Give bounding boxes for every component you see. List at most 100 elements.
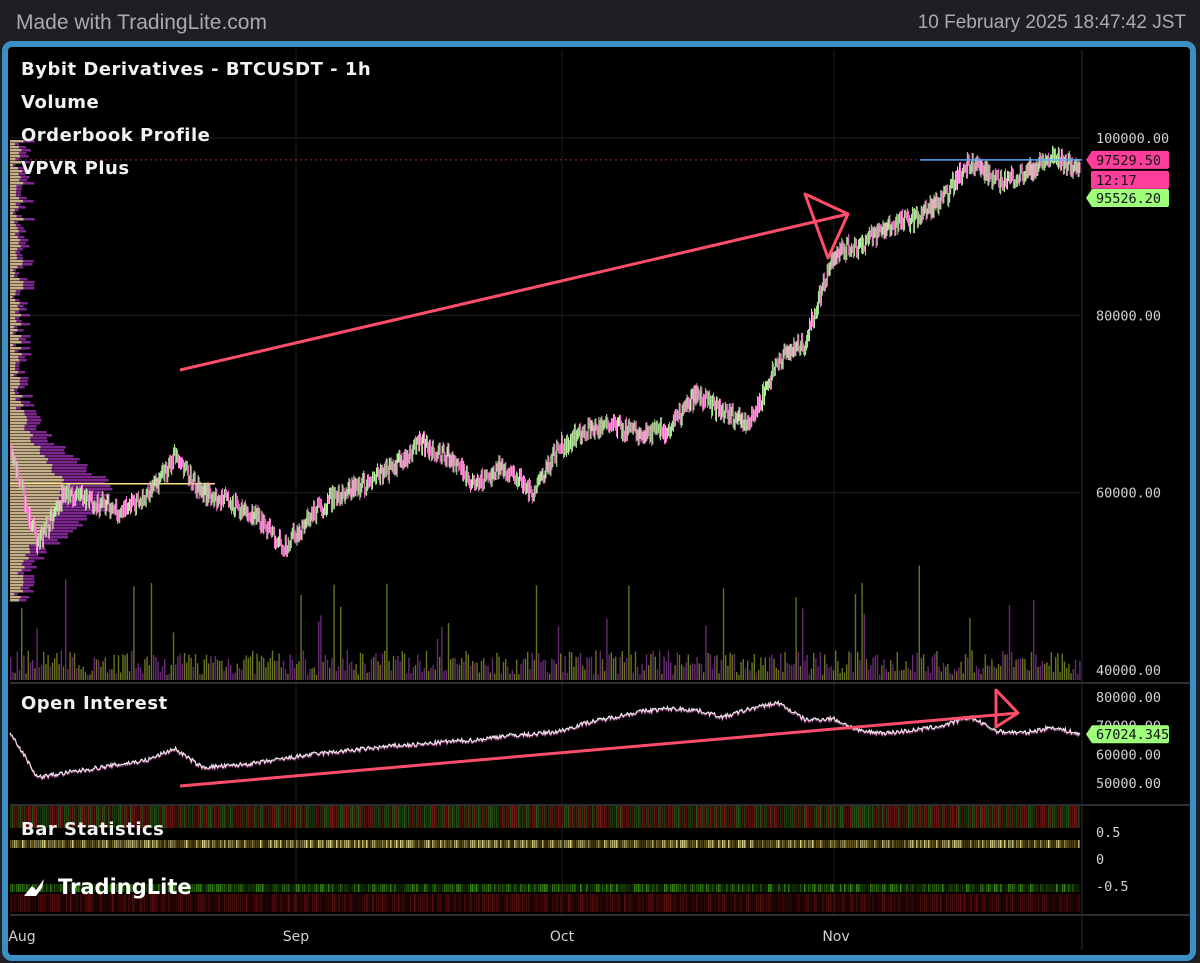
bar-stat-cell: [374, 840, 376, 848]
volume-bar: [313, 667, 315, 680]
open-interest-label[interactable]: Open Interest: [21, 693, 168, 714]
vpvr-bar: [10, 335, 22, 338]
volume-bar: [819, 652, 821, 680]
volume-bar: [623, 662, 626, 680]
bar-stat-cell: [478, 806, 480, 828]
bar-stat-cell: [118, 840, 120, 848]
bar-stat-cell: [836, 894, 838, 912]
vpvr-bar: [10, 425, 25, 428]
indicator-vpvr-label[interactable]: VPVR Plus: [21, 158, 130, 179]
bar-stat-cell: [516, 806, 518, 828]
bar-stat-cell: [292, 894, 294, 912]
price-tick-label: 100000.00: [1096, 131, 1169, 147]
bar-stat-cell: [534, 806, 536, 828]
vpvr-bar: [10, 224, 16, 227]
bar-stat-cell: [828, 894, 830, 912]
bar-stat-cell: [738, 806, 740, 828]
indicator-volume-label[interactable]: Volume: [21, 92, 99, 113]
volume-bar: [89, 674, 91, 680]
vpvr-bar: [10, 551, 31, 554]
bar-stat-cell: [732, 884, 734, 892]
bar-stat-cell: [896, 806, 898, 828]
bar-stat-cell: [408, 894, 410, 912]
bar-stat-cell: [994, 894, 996, 912]
bar-stat-cell: [852, 806, 854, 828]
bar-stat-cell: [1000, 884, 1002, 892]
volume-bar: [337, 666, 340, 680]
bar-stat-cell: [1000, 806, 1002, 828]
volume-bar: [223, 670, 225, 680]
bar-stat-cell: [724, 840, 726, 848]
volume-bar: [137, 663, 139, 680]
bar-stat-cell: [284, 884, 286, 892]
bar-stat-cell: [678, 840, 680, 848]
bar-stat-cell: [480, 806, 482, 828]
bar-stat-cell: [602, 884, 604, 892]
volume-bar: [315, 674, 318, 680]
volume-bar: [142, 673, 144, 680]
volume-bar: [1070, 673, 1072, 680]
bar-stat-cell: [702, 884, 704, 892]
bar-stat-cell: [606, 894, 608, 912]
bar-stat-cell: [194, 894, 196, 912]
volume-bar: [505, 658, 507, 680]
chart-frame[interactable]: 100000.00 80000.00 60000.00 40000.00 80000.0…: [2, 41, 1196, 961]
bar-stat-cell: [602, 806, 604, 828]
bar-stat-cell: [792, 894, 794, 912]
bar-stat-cell: [58, 840, 60, 848]
bar-stat-cell: [626, 894, 628, 912]
bar-stat-cell: [356, 894, 358, 912]
bar-stat-cell: [878, 806, 880, 828]
bar-stat-cell: [996, 840, 998, 848]
indicator-orderbook-label[interactable]: Orderbook Profile: [21, 125, 210, 146]
vpvr-bar: [10, 530, 45, 533]
bar-stat-cell: [362, 806, 364, 828]
bar-stat-cell: [864, 884, 866, 892]
bar-stat-cell: [1064, 894, 1066, 912]
volume-bar: [201, 674, 203, 680]
bar-stat-cell: [400, 840, 402, 848]
bar-stat-cell: [800, 884, 802, 892]
volume-bar: [991, 659, 993, 680]
bar-stat-cell: [436, 894, 438, 912]
bar-stat-cell: [234, 806, 236, 828]
bar-stat-cell: [706, 840, 708, 848]
bar-stat-cell: [976, 806, 978, 828]
bar-stat-cell: [464, 806, 466, 828]
bar-stat-cell: [258, 806, 260, 828]
volume-bar: [432, 665, 434, 680]
bar-stat-cell: [776, 894, 778, 912]
vpvr-bar: [10, 581, 24, 584]
bar-stat-cell: [296, 894, 298, 912]
bar-stat-cell: [920, 884, 922, 892]
bar-stat-cell: [954, 884, 956, 892]
bar-stat-cell: [536, 894, 538, 912]
vpvr-bar: [10, 365, 16, 368]
bar-stat-cell: [350, 884, 352, 892]
chart-canvas[interactable]: 100000.0080000.0060000.0040000.0080000.0…: [2, 41, 1196, 961]
bar-stat-cell: [432, 806, 434, 828]
bar-stat-cell: [758, 840, 760, 848]
bar-stat-cell: [162, 840, 164, 848]
bar-stat-cell: [796, 806, 798, 828]
volume-bar: [687, 654, 689, 680]
bar-stat-cell: [658, 840, 660, 848]
volume-bar: [401, 651, 403, 680]
vpvr-bar: [10, 311, 16, 314]
vpvr-bar: [10, 302, 20, 305]
bar-statistics-label[interactable]: Bar Statistics: [21, 819, 164, 840]
bar-stat-cell: [584, 884, 586, 892]
bar-stat-cell: [1004, 840, 1006, 848]
bar-stat-cell: [826, 894, 828, 912]
bar-stat-cell: [936, 884, 938, 892]
volume-bar: [766, 671, 769, 680]
bar-stat-cell: [72, 840, 74, 848]
bar-stat-cell: [216, 806, 218, 828]
bar-stat-cell: [640, 894, 642, 912]
bar-stat-cell: [1046, 884, 1048, 892]
volume-bar: [56, 652, 58, 680]
bar-stat-cell: [24, 840, 26, 848]
bar-stat-cell: [678, 806, 680, 828]
volume-bar: [522, 659, 524, 680]
bar-stat-cell: [580, 840, 582, 848]
